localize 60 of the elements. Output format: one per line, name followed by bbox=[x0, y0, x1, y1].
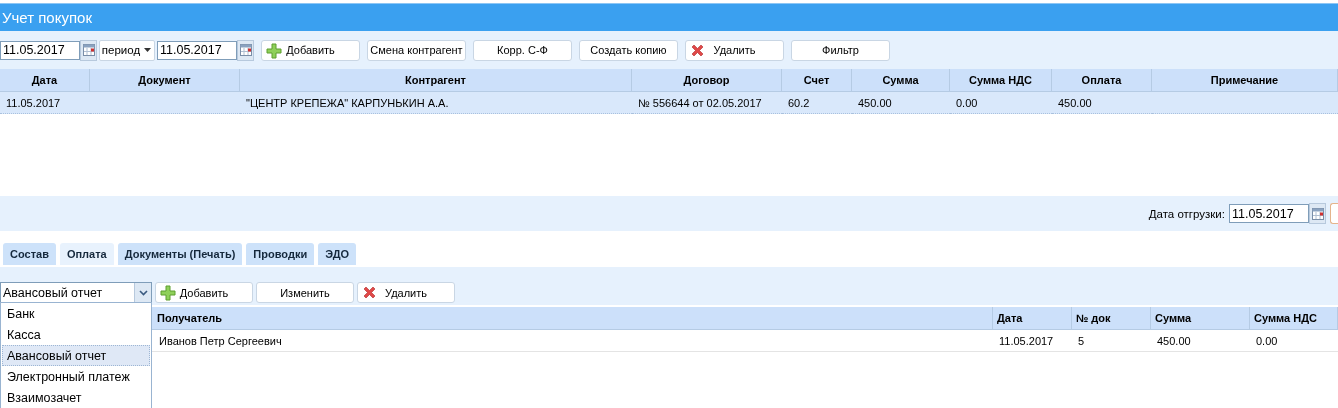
shipment-date-label: Дата отгрузки: bbox=[1148, 207, 1225, 220]
close-icon bbox=[362, 285, 377, 300]
column-header[interactable]: Сумма НДС bbox=[950, 69, 1052, 92]
chevron-icon bbox=[138, 289, 148, 296]
toolbar-button[interactable]: Изменить bbox=[256, 282, 354, 303]
table-cell: 450.00 bbox=[852, 92, 950, 114]
column-header[interactable]: Дата bbox=[993, 307, 1072, 330]
table-cell: 0.00 bbox=[950, 92, 1052, 114]
table-cell: 11.05.2017 bbox=[0, 92, 90, 114]
column-header[interactable]: Сумма bbox=[1151, 307, 1250, 330]
tab[interactable]: ЭДО bbox=[318, 243, 357, 265]
calendar-icon bbox=[1311, 207, 1324, 220]
tab[interactable]: Документы (Печать) bbox=[117, 243, 243, 265]
close-icon bbox=[690, 42, 705, 58]
table-cell: № 556644 от 02.05.2017 bbox=[632, 92, 782, 114]
toolbar-button[interactable]: Создать копию bbox=[579, 39, 678, 61]
tab[interactable]: Состав bbox=[3, 243, 56, 265]
toolbar-button[interactable]: Удалить bbox=[357, 282, 455, 303]
period-dropdown[interactable]: период bbox=[99, 39, 155, 61]
plus-icon bbox=[160, 285, 176, 301]
column-header[interactable]: Примечание bbox=[1152, 69, 1338, 92]
column-header[interactable]: Дата bbox=[0, 69, 90, 92]
cut-off-button[interactable] bbox=[1330, 203, 1338, 224]
plus-icon bbox=[266, 42, 282, 59]
date-field[interactable]: 11.05.2017 bbox=[157, 40, 237, 60]
column-header[interactable]: Документ bbox=[90, 69, 240, 92]
dropdown-option[interactable]: Банк bbox=[2, 303, 150, 324]
calendar-button[interactable] bbox=[237, 39, 254, 61]
caret-icon bbox=[144, 47, 153, 53]
table-cell: 60.2 bbox=[782, 92, 852, 114]
toolbar-button[interactable]: Удалить bbox=[685, 39, 784, 61]
toolbar-button[interactable]: Добавить bbox=[155, 282, 253, 303]
calendar-icon bbox=[239, 44, 252, 56]
column-header[interactable]: № док bbox=[1072, 307, 1151, 330]
column-header[interactable]: Контрагент bbox=[240, 69, 632, 92]
calendar-button[interactable] bbox=[1309, 203, 1326, 224]
calendar-button[interactable] bbox=[80, 39, 97, 61]
column-header[interactable]: Оплата bbox=[1052, 69, 1152, 92]
tab[interactable]: Оплата bbox=[59, 243, 114, 265]
tab[interactable]: Проводки bbox=[246, 243, 315, 265]
toolbar-button[interactable]: Корр. С-Ф bbox=[473, 39, 572, 61]
column-header[interactable]: Счет bbox=[782, 69, 852, 92]
table-cell: 450.00 bbox=[1052, 92, 1152, 114]
date-field[interactable]: 11.05.2017 bbox=[0, 40, 80, 60]
shipment-date-field[interactable]: 11.05.2017 bbox=[1229, 204, 1309, 223]
dropdown-option[interactable]: Касса bbox=[2, 324, 150, 345]
toolbar-button[interactable]: Смена контрагент bbox=[367, 39, 466, 61]
payment-type-combo[interactable]: Авансовый отчет bbox=[0, 282, 152, 303]
calendar-icon bbox=[82, 44, 95, 56]
dropdown-option[interactable]: Авансовый отчет bbox=[2, 345, 150, 366]
table-cell: "ЦЕНТР КРЕПЕЖА" КАРПУНЬКИН А.А. bbox=[240, 92, 632, 114]
column-header[interactable]: Сумма bbox=[852, 69, 950, 92]
toolbar-button[interactable]: Добавить bbox=[261, 39, 360, 61]
column-header[interactable]: Сумма НДС bbox=[1250, 307, 1338, 330]
toolbar-button[interactable]: Фильтр bbox=[791, 39, 890, 61]
window-title: Учет покупок bbox=[2, 9, 92, 26]
column-header[interactable]: Договор bbox=[632, 69, 782, 92]
dropdown-option[interactable]: Взаимозачет bbox=[2, 387, 150, 408]
column-header[interactable]: Получатель bbox=[153, 307, 993, 330]
dropdown-option[interactable]: Электронный платеж bbox=[2, 366, 150, 387]
